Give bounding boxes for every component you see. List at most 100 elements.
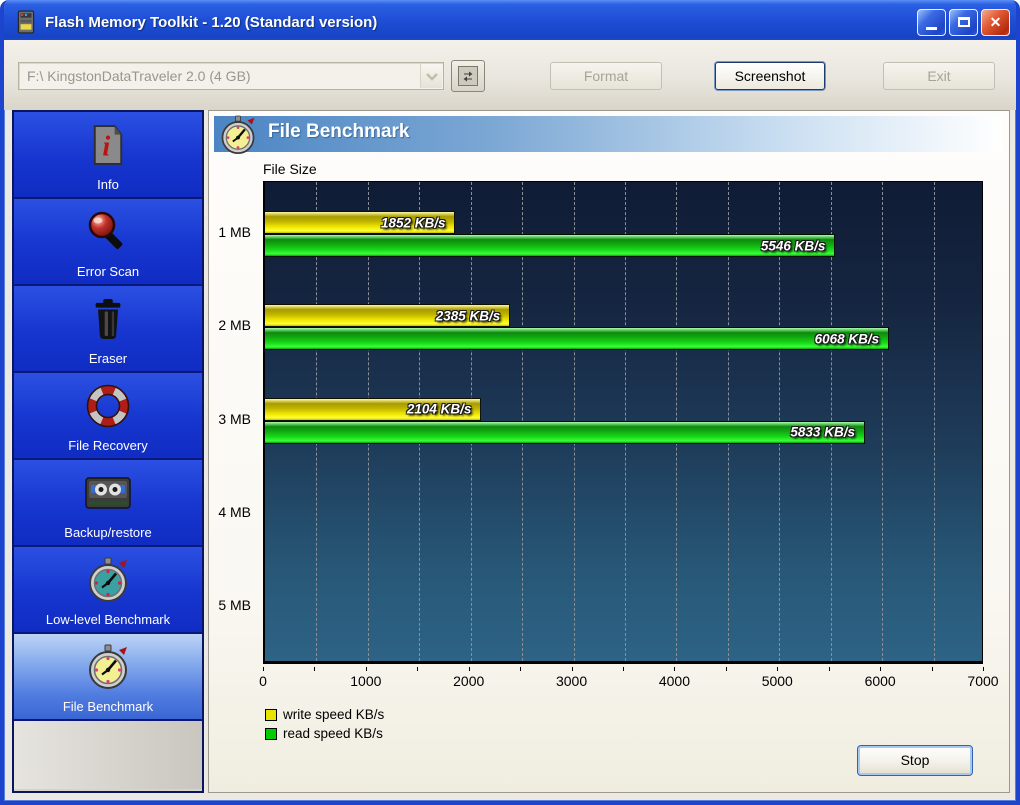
y-axis-label: 3 MB [218, 410, 251, 427]
legend-swatch [265, 727, 277, 740]
x-axis-tick [468, 667, 470, 671]
chart-ylabels: 1 MB 2 MB 3 MB 4 MB 5 MB [209, 181, 257, 664]
maximize-button[interactable] [949, 8, 978, 36]
bar-value-label: 5833 KB/s [790, 424, 855, 440]
chart-plot: 1852 KB/s 2385 KB/s 2104 KB/s 5546 KB/s 6068… [263, 181, 983, 664]
bar-value-label: 1852 KB/s [380, 215, 446, 230]
stopwatch-teal-icon [86, 547, 130, 612]
svg-text:i: i [102, 131, 110, 162]
bar-value-label: 5546 KB/s [760, 238, 826, 253]
minimize-icon [926, 26, 937, 30]
minimize-button[interactable] [917, 8, 946, 36]
x-axis-tick [983, 667, 984, 671]
legend-item: read speed KB/s [265, 724, 384, 743]
stopwatch-yellow-icon [86, 634, 130, 699]
cassette-icon [85, 460, 131, 525]
chart-legend: write speed KB/s read speed KB/s [265, 705, 384, 743]
read-speed-bar: 6068 KB/s [265, 327, 890, 351]
sidebar-item-info[interactable]: i Info [14, 112, 202, 199]
x-axis-label: 5000 [761, 673, 793, 689]
x-axis-tick [417, 667, 419, 671]
sidebar-item-label: Info [97, 177, 119, 192]
x-axis-tick [725, 667, 727, 671]
sidebar-item-label: File Recovery [68, 438, 148, 453]
x-axis-label: 0 [259, 673, 267, 689]
legend-swatch [265, 708, 277, 721]
sidebar-item-eraser[interactable]: Eraser [14, 286, 202, 373]
exit-button[interactable]: Exit [883, 62, 995, 90]
x-axis-tick [571, 667, 573, 671]
legend-item: write speed KB/s [265, 705, 384, 724]
gridline [882, 182, 884, 661]
sidebar-item-label: Error Scan [76, 264, 140, 279]
read-speed-bar: 5833 KB/s [265, 420, 865, 444]
gridline [933, 182, 935, 661]
stopwatch-header-icon [219, 115, 257, 160]
write-speed-bar: 2104 KB/s [265, 397, 482, 421]
x-axis-tick [314, 667, 316, 671]
info-document-icon: i [91, 112, 125, 177]
legend-label: read speed KB/s [283, 726, 383, 741]
x-axis-tick [623, 667, 624, 671]
chart-title: File Size [263, 161, 317, 177]
bar-value-label: 2104 KB/s [406, 401, 472, 417]
refresh-devices-button[interactable] [451, 60, 485, 92]
window-title: Flash Memory Toolkit - 1.20 (Standard ve… [45, 13, 378, 31]
trash-icon [89, 286, 127, 351]
x-axis-tick [777, 667, 779, 671]
sidebar-nav: i Info Error Scan Eraser File Recovery B… [12, 110, 204, 793]
read-speed-bar: 5546 KB/s [265, 234, 836, 257]
refresh-icon [458, 66, 478, 86]
x-axis-label: 1000 [350, 673, 382, 689]
bar-value-label: 6068 KB/s [814, 331, 880, 347]
stop-button[interactable]: Stop [857, 745, 973, 776]
chart-xaxis: 0 1000 2000 3000 4000 5000 6000 7000 [259, 667, 999, 693]
x-axis-label: 3000 [555, 673, 588, 689]
title-bar[interactable]: Flash Memory Toolkit - 1.20 (Standard ve… [4, 0, 1016, 44]
maximize-icon [957, 17, 970, 27]
x-axis-label: 2000 [453, 673, 485, 689]
x-axis-tick [880, 667, 882, 671]
chevron-down-icon[interactable] [420, 64, 442, 88]
panel-header: File Benchmark [214, 115, 1002, 154]
magnifier-icon [86, 199, 130, 264]
sidebar-item-file-recovery[interactable]: File Recovery [14, 373, 202, 460]
sidebar-item-label: Backup/restore [64, 525, 152, 540]
sidebar-item-label: File Benchmark [62, 699, 154, 714]
close-icon: ✕ [989, 14, 1002, 30]
write-speed-bar: 1852 KB/s [265, 211, 456, 234]
y-axis-label: 2 MB [218, 317, 251, 334]
y-axis-label: 1 MB [218, 224, 251, 240]
close-button[interactable]: ✕ [981, 8, 1010, 36]
x-axis-tick [263, 667, 264, 671]
x-axis-label: 7000 [967, 673, 999, 689]
sidebar-item-low-level-benchmark[interactable]: Low-level Benchmark [14, 547, 202, 634]
device-selector-value: F:\ KingstonDataTraveler 2.0 (4 GB) [27, 68, 251, 84]
sidebar-filler [14, 721, 202, 789]
sidebar-item-backup-restore[interactable]: Backup/restore [14, 460, 202, 547]
x-axis-tick [365, 667, 367, 671]
file-benchmark-panel: File Benchmark File Size 1 MB 2 MB 3 MB 4 M… [208, 110, 1010, 793]
x-axis-tick [674, 667, 676, 671]
x-axis-label: 6000 [864, 673, 896, 689]
sidebar-item-label: Eraser [88, 351, 128, 366]
app-icon [17, 10, 35, 34]
x-axis-label: 4000 [658, 673, 690, 689]
sidebar-item-label: Low-level Benchmark [45, 612, 171, 627]
y-axis-label: 5 MB [218, 597, 251, 613]
sidebar-item-file-benchmark[interactable]: File Benchmark [14, 634, 202, 721]
app-window: Flash Memory Toolkit - 1.20 (Standard ve… [0, 0, 1020, 805]
page-title: File Benchmark [268, 121, 410, 142]
format-button[interactable]: Format [550, 62, 662, 90]
x-axis-tick [931, 667, 933, 671]
legend-label: write speed KB/s [283, 707, 385, 722]
sidebar-item-error-scan[interactable]: Error Scan [14, 199, 202, 286]
screenshot-button[interactable]: Screenshot [715, 62, 825, 90]
toolbar: F:\ KingstonDataTraveler 2.0 (4 GB) Form… [4, 40, 1016, 110]
device-selector[interactable]: F:\ KingstonDataTraveler 2.0 (4 GB) [18, 62, 444, 90]
y-axis-label: 4 MB [218, 503, 251, 520]
bar-value-label: 2385 KB/s [435, 308, 501, 324]
x-axis-tick [520, 667, 522, 671]
x-axis-tick [828, 667, 830, 671]
lifebuoy-icon [86, 373, 130, 438]
